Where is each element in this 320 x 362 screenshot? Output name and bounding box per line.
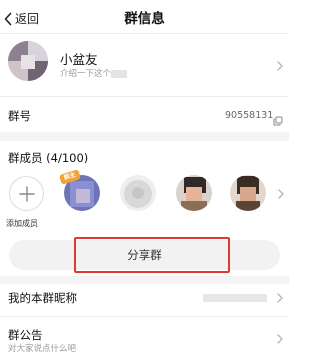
group-avatar — [8, 41, 48, 81]
group-number-label: 群号 — [8, 109, 31, 123]
group-notice-label: 群公告 — [8, 328, 43, 342]
section-gap — [0, 132, 289, 141]
chevron-right-icon — [277, 61, 283, 71]
chevron-right-icon — [277, 293, 283, 303]
blurred-text — [111, 70, 127, 78]
member-avatar[interactable] — [176, 175, 212, 211]
section-gap — [0, 276, 289, 284]
member-avatar[interactable] — [230, 175, 266, 211]
group-number-value: 90558131 — [225, 110, 274, 121]
copy-icon[interactable] — [273, 111, 283, 126]
highlight-box — [74, 237, 230, 273]
add-member-label: 添加成员 — [6, 219, 38, 228]
members-title[interactable]: 群成员 (4/100) — [8, 150, 88, 166]
blurred-text — [203, 294, 267, 302]
nav-divider — [0, 33, 289, 34]
page-title: 群信息 — [124, 11, 165, 27]
divider — [0, 316, 289, 317]
chevron-right-icon[interactable] — [278, 189, 284, 199]
my-nickname-label: 我的本群昵称 — [8, 291, 77, 305]
chevron-right-icon — [277, 334, 283, 344]
group-intro: 介绍一下这个 — [60, 69, 112, 79]
group-name: 小盆友 — [60, 52, 98, 67]
member-avatar[interactable] — [120, 175, 156, 211]
navigation-bar: 返回 群信息 — [0, 4, 289, 34]
add-member-button[interactable] — [9, 176, 44, 211]
group-notice-subtitle: 对大家说点什么吧 — [8, 344, 77, 354]
divider — [0, 96, 289, 97]
plus-icon — [19, 186, 35, 202]
